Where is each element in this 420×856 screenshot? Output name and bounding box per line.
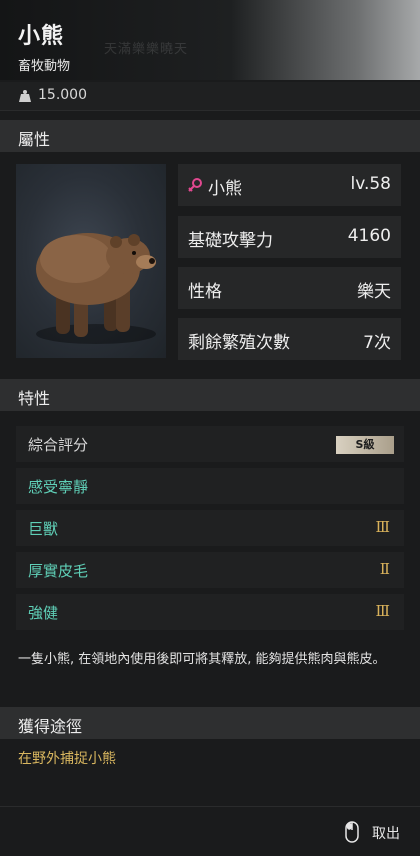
exit-action-label[interactable]: 取出 xyxy=(372,823,400,843)
item-description: 一隻小熊, 在領地內使用後即可將其釋放, 能夠提供熊肉與熊皮。 xyxy=(18,652,386,667)
footer-divider xyxy=(0,806,420,807)
trait-name: 巨獸 xyxy=(28,520,59,538)
stat-row-attack: 基礎攻擊力 4160 xyxy=(178,216,401,258)
animal-level: lv.58 xyxy=(350,174,392,194)
trait-name: 厚實皮毛 xyxy=(28,562,89,580)
attack-value: 4160 xyxy=(347,226,391,246)
trait-row[interactable]: 強健 Ⅲ xyxy=(16,594,404,630)
trait-row[interactable]: 厚實皮毛 Ⅱ xyxy=(16,552,404,588)
female-icon xyxy=(188,178,202,192)
traits-section-title: 特性 xyxy=(18,389,51,408)
mouse-icon xyxy=(345,821,359,843)
trait-name: 強健 xyxy=(28,604,59,622)
obtain-section-title: 獲得途徑 xyxy=(18,717,83,736)
attack-label: 基礎攻擊力 xyxy=(188,231,273,251)
item-header: 小熊 天滿樂樂曉天 畜牧動物 xyxy=(0,0,420,80)
rating-badge: S級 xyxy=(336,436,394,454)
stat-row-breeding: 剩餘繁殖次數 7次 xyxy=(178,318,401,360)
stat-row-name: 小熊 lv.58 xyxy=(178,164,401,206)
personality-label: 性格 xyxy=(188,282,222,302)
attributes-section-header: 屬性 xyxy=(0,120,420,152)
traits-section-header: 特性 xyxy=(0,379,420,411)
breeding-label: 剩餘繁殖次數 xyxy=(188,333,290,353)
obtain-method: 在野外捕捉小熊 xyxy=(18,751,116,767)
item-title: 小熊 xyxy=(18,24,65,49)
weight-value: 15.000 xyxy=(38,87,87,103)
stat-row-personality: 性格 樂天 xyxy=(178,267,401,309)
rating-row: 綜合評分 S級 xyxy=(16,426,404,462)
trait-row[interactable]: 感受寧靜 xyxy=(16,468,404,504)
weight-row: 15.000 xyxy=(0,82,420,111)
obtain-section-header: 獲得途徑 xyxy=(0,707,420,739)
trait-level: Ⅱ xyxy=(379,560,390,578)
header-ghost-text: 天滿樂樂曉天 xyxy=(104,42,189,57)
trait-level: Ⅲ xyxy=(375,518,390,536)
bear-image xyxy=(36,233,156,344)
breeding-value: 7次 xyxy=(363,333,391,353)
personality-value: 樂天 xyxy=(357,282,391,302)
animal-portrait xyxy=(16,164,166,358)
weight-icon xyxy=(19,90,31,102)
trait-level: Ⅲ xyxy=(375,602,390,620)
animal-name: 小熊 xyxy=(208,179,242,199)
rating-label: 綜合評分 xyxy=(28,436,89,454)
item-category: 畜牧動物 xyxy=(18,59,71,74)
trait-row[interactable]: 巨獸 Ⅲ xyxy=(16,510,404,546)
trait-name: 感受寧靜 xyxy=(28,478,89,496)
attributes-section-title: 屬性 xyxy=(18,130,51,149)
